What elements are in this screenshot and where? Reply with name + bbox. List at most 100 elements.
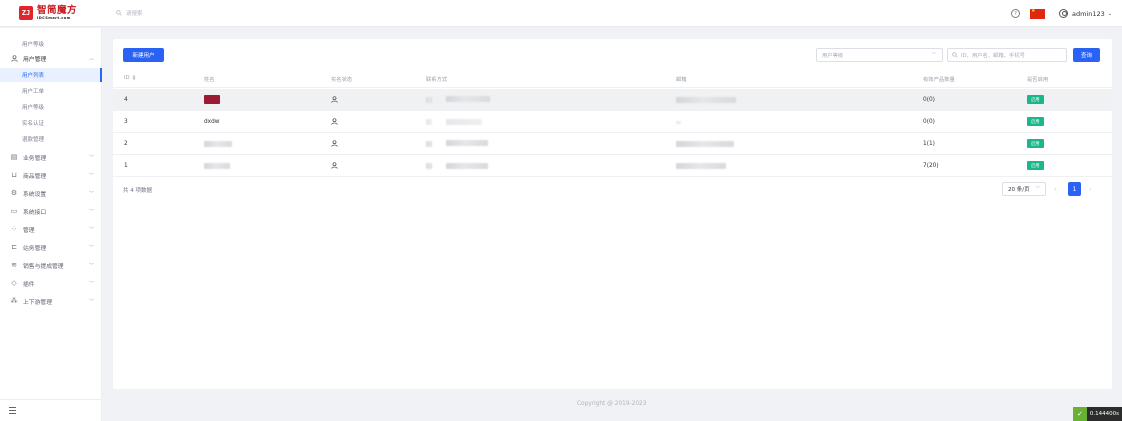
sidebar-item-user-list[interactable]: 用户列表	[0, 68, 102, 82]
sidebar-item-label: 系统接口	[23, 209, 47, 216]
cell-name-redacted[interactable]	[204, 95, 220, 104]
page-number-current[interactable]: 1	[1068, 182, 1081, 196]
sidebar-item-manage[interactable]: ⁘ 管理 ﹀	[0, 222, 102, 236]
cell-name[interactable]: dxdw	[204, 119, 220, 125]
business-icon: ▤	[10, 153, 18, 161]
chevron-up-icon: ︿	[88, 55, 94, 62]
sidebar-item-settings[interactable]: ⚙ 系统设置 ﹀	[0, 186, 102, 200]
table-row[interactable]: 4 0(0) 启用	[113, 89, 1112, 111]
sidebar-item-label: 销售与提成管理	[23, 263, 64, 270]
chevron-down-icon: ﹀	[88, 226, 94, 233]
chevron-down-icon: ﹀	[88, 298, 94, 305]
sidebar-item-label: 实名认证	[22, 121, 45, 127]
symfony-toolbar-icon[interactable]: ✓	[1072, 407, 1087, 421]
verify-user-icon	[331, 118, 338, 125]
column-header-name: 姓名	[204, 77, 215, 83]
cell-contact-redacted	[426, 119, 432, 125]
menu-icon[interactable]	[9, 407, 16, 416]
cell-email-redacted	[676, 141, 734, 147]
help-icon[interactable]: ?	[1011, 9, 1021, 18]
prev-page-button[interactable]: ‹	[1054, 186, 1056, 193]
chevron-down-icon: ﹀	[88, 208, 94, 215]
column-header-email: 邮箱	[676, 77, 687, 83]
column-header-enabled: 是否启用	[1027, 77, 1049, 83]
cell-email-redacted	[676, 163, 726, 169]
chevron-down-icon: ﹀	[88, 280, 94, 287]
status-badge[interactable]: 启用	[1027, 95, 1044, 104]
language-flag-icon[interactable]	[1030, 8, 1046, 19]
cell-id: 2	[124, 141, 128, 147]
user-menu[interactable]: admin123 ⌄	[1059, 9, 1112, 18]
user-search-input[interactable]: ID、用户名、邮箱、手机号	[947, 48, 1067, 62]
sidebar-item-label: 系统设置	[23, 191, 47, 198]
sidebar-item-upstream[interactable]: ⁂ 上下游管理 ﹀	[0, 294, 102, 308]
plugin-icon: ◇	[11, 279, 17, 287]
sidebar-item-label: 用户管理	[23, 56, 47, 63]
user-icon	[10, 54, 18, 62]
sidebar-item-products[interactable]: ⊔ 商品管理 ﹀	[0, 168, 102, 182]
table-row[interactable]: 1 7(20) 启用	[113, 155, 1112, 177]
status-badge[interactable]: 启用	[1027, 117, 1044, 126]
table-row[interactable]: 2 1(1) 启用	[113, 133, 1112, 155]
sidebar-item-user-level-top[interactable]: 用户等级	[0, 37, 102, 51]
cell-contact-redacted	[426, 141, 432, 147]
sidebar: 用户等级 用户管理 ︿ 用户列表 用户工单 用户等级 实名认证 退款管理 ▤ 业…	[0, 28, 102, 421]
sidebar-item-refund[interactable]: 退款管理	[0, 132, 102, 146]
chevron-down-icon: ﹀	[88, 244, 94, 251]
apps-icon: ⁘	[11, 225, 17, 233]
cell-id: 1	[124, 163, 128, 169]
sidebar-item-site[interactable]: ⊏ 站务管理 ﹀	[0, 240, 102, 254]
table-row[interactable]: 3 dxdw 0(0) 启用	[113, 111, 1112, 133]
sidebar-item-business[interactable]: ▤ 业务管理 ﹀	[0, 150, 102, 164]
query-button[interactable]: 查询	[1073, 48, 1100, 62]
user-avatar-icon	[1059, 9, 1069, 18]
logo[interactable]: ZJ 智简魔方 IDCSmart.com	[19, 5, 78, 21]
verify-user-icon	[331, 96, 338, 103]
network-icon: ⁂	[10, 297, 18, 305]
chevron-down-icon: ﹀	[88, 262, 94, 269]
cell-contact-redacted	[426, 97, 432, 103]
global-search[interactable]: 请搜索	[116, 9, 143, 17]
cell-id: 4	[124, 97, 128, 103]
top-header: ZJ 智简魔方 IDCSmart.com 请搜索 ? admin123 ⌄	[0, 0, 1122, 27]
cell-contact-redacted	[446, 140, 488, 146]
sidebar-item-sales[interactable]: ≋ 销售与提成管理 ﹀	[0, 258, 102, 272]
cell-product-count: 0(0)	[923, 97, 935, 103]
logo-mark: ZJ	[19, 6, 33, 21]
status-badge[interactable]: 启用	[1027, 161, 1044, 170]
user-level-select[interactable]: 用户等级 ﹀	[816, 48, 943, 62]
sidebar-item-label: 用户等级	[22, 105, 45, 111]
folder-icon: ▭	[10, 207, 18, 215]
sidebar-item-real-name[interactable]: 实名认证	[0, 116, 102, 130]
next-page-button[interactable]: ›	[1089, 186, 1091, 193]
chevron-down-icon: ⌄	[1107, 10, 1112, 17]
sidebar-item-plugins[interactable]: ◇ 插件 ﹀	[0, 276, 102, 290]
page-size-value: 20 条/页	[1008, 187, 1030, 193]
sidebar-item-user-tickets[interactable]: 用户工单	[0, 84, 102, 98]
cell-name-redacted[interactable]	[204, 163, 230, 169]
sales-icon: ≋	[11, 261, 17, 269]
sidebar-item-label: 站务管理	[23, 245, 47, 252]
cell-product-count: 0(0)	[923, 119, 935, 125]
sidebar-footer	[0, 399, 102, 421]
new-user-button[interactable]: 新建用户	[123, 48, 164, 62]
cell-id: 3	[124, 119, 128, 125]
copyright: Copyright @ 2019-2023	[577, 401, 647, 407]
global-search-placeholder: 请搜索	[126, 11, 143, 17]
cell-email-redacted	[676, 121, 681, 124]
cell-name-redacted[interactable]	[204, 141, 232, 147]
verify-user-icon	[331, 140, 338, 147]
logo-title: 智简魔方	[37, 5, 78, 16]
sidebar-item-interfaces[interactable]: ▭ 系统接口 ﹀	[0, 204, 102, 218]
sort-icon[interactable]: ▲ ▼	[133, 74, 136, 80]
page-size-select[interactable]: 20 条/页 ﹀	[1002, 182, 1046, 196]
logo-subtitle: IDCSmart.com	[37, 15, 71, 20]
sidebar-item-user-management[interactable]: 用户管理 ︿	[0, 51, 102, 65]
sidebar-item-user-level[interactable]: 用户等级	[0, 100, 102, 114]
sidebar-item-label: 商品管理	[23, 173, 47, 180]
column-header-id[interactable]: ID ▲ ▼	[124, 74, 136, 81]
sidebar-item-label: 退款管理	[22, 137, 45, 143]
sidebar-item-label: 业务管理	[23, 155, 47, 162]
status-badge[interactable]: 启用	[1027, 139, 1044, 148]
cell-contact-redacted	[446, 119, 482, 125]
